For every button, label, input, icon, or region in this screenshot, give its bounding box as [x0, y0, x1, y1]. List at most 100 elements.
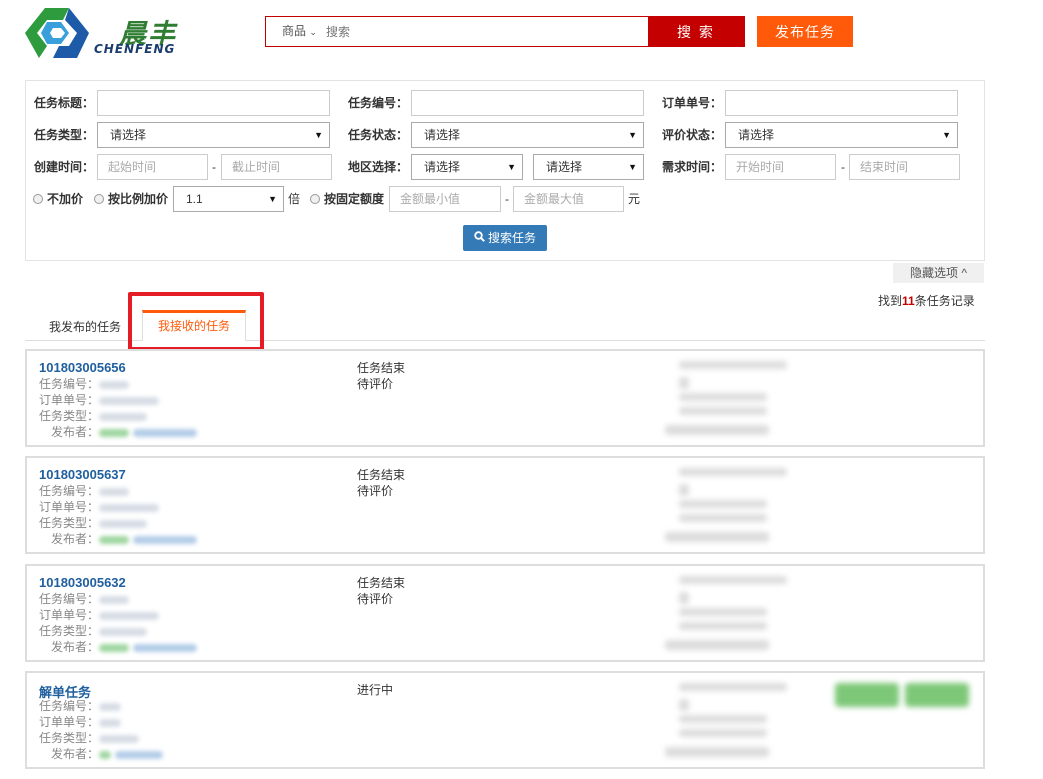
search-task-label: 搜索任务: [487, 231, 536, 245]
search-category-dropdown[interactable]: 商品 ⌄: [266, 17, 322, 46]
publisher-label: 发布者：: [51, 425, 100, 439]
max-amount-input[interactable]: 金额最大值: [513, 186, 624, 212]
logo[interactable]: 晨丰 CHENFENG: [25, 6, 185, 62]
publisher-label: 发布者：: [51, 747, 100, 761]
region-select-2[interactable]: 请选择 ▼: [533, 154, 644, 180]
task-status: 任务结束: [357, 576, 406, 590]
redacted-value: [99, 520, 147, 528]
task-status: 任务结束: [357, 468, 406, 482]
radio-fixed-markup[interactable]: 按固定额度: [310, 186, 384, 212]
task-type-label: 任务类型：: [34, 128, 95, 142]
create-start-input[interactable]: 起始时间: [97, 154, 208, 180]
search-button[interactable]: 搜 索: [648, 17, 744, 46]
redacted-value: [679, 608, 767, 616]
task-no-label: 任务编号：: [348, 96, 409, 110]
task-card: 101803005637 任务编号： 订单单号： 任务类型： 发布者： 任务结束…: [25, 456, 985, 554]
task-status: 任务结束: [357, 361, 406, 375]
min-amount-input[interactable]: 金额最小值: [389, 186, 501, 212]
task-card: 101803005632 任务编号： 订单单号： 任务类型： 发布者： 任务结束…: [25, 564, 985, 662]
redacted-value: [679, 393, 767, 401]
dropdown-arrow-icon: ▼: [268, 194, 277, 204]
task-no-label: 任务编号：: [39, 484, 100, 498]
redacted-value: [679, 514, 767, 522]
task-id-link[interactable]: 101803005656: [39, 360, 126, 375]
ratio-select[interactable]: 1.1 ▼: [173, 186, 284, 212]
redacted-value: [679, 377, 689, 389]
demand-end-input[interactable]: 结束时间: [849, 154, 960, 180]
demand-start-input[interactable]: 开始时间: [725, 154, 836, 180]
task-review-status: 待评价: [357, 484, 394, 498]
redacted-value: [679, 468, 787, 476]
task-id-link[interactable]: 101803005637: [39, 467, 126, 482]
redacted-value: [133, 429, 197, 437]
redacted-value: [99, 735, 139, 743]
radio-fixed-markup-label: 按固定额度: [324, 192, 385, 206]
redacted-value: [679, 699, 689, 711]
task-action-button[interactable]: [835, 683, 899, 707]
search-category-label: 商品: [282, 24, 307, 38]
order-no-label: 订单单号：: [39, 608, 100, 622]
redacted-value: [665, 425, 769, 435]
redacted-value: [679, 484, 689, 496]
ratio-value: 1.1: [186, 192, 203, 206]
tab-my-published[interactable]: 我发布的任务: [38, 316, 132, 340]
task-no-input[interactable]: [411, 90, 644, 116]
task-status: 进行中: [357, 683, 394, 697]
task-title-input[interactable]: [97, 90, 330, 116]
redacted-value: [99, 612, 159, 620]
radio-circle-icon: [33, 194, 43, 204]
order-no-label: 订单单号：: [662, 96, 723, 110]
task-review-status: 待评价: [357, 377, 394, 391]
task-type-label: 任务类型：: [39, 731, 100, 745]
radio-circle-icon: [94, 194, 104, 204]
highlight-box: [128, 292, 264, 351]
hide-options-toggle[interactable]: 隐藏选项 ^: [893, 263, 984, 283]
task-card: 解单任务 任务编号： 订单单号： 任务类型： 发布者： 进行中: [25, 671, 985, 769]
redacted-value: [679, 361, 787, 369]
review-status-select[interactable]: 请选择 ▼: [725, 122, 958, 148]
task-no-label: 任务编号：: [39, 377, 100, 391]
redacted-value: [99, 628, 147, 636]
redacted-value: [665, 747, 769, 757]
create-end-input[interactable]: 截止时间: [221, 154, 332, 180]
radio-ratio-markup[interactable]: 按比例加价: [94, 186, 168, 212]
publish-task-button[interactable]: 发布任务: [757, 16, 853, 47]
redacted-value: [665, 532, 769, 542]
task-type-select[interactable]: 请选择 ▼: [97, 122, 330, 148]
result-count: 找到11条任务记录: [878, 292, 975, 309]
search-task-button[interactable]: 搜索任务: [463, 225, 547, 251]
redacted-value: [99, 504, 159, 512]
redacted-value: [679, 576, 787, 584]
redacted-value: [99, 703, 121, 711]
redacted-value: [99, 381, 129, 389]
redacted-value: [665, 640, 769, 650]
redacted-value: [99, 413, 147, 421]
redacted-value: [679, 407, 767, 415]
dropdown-arrow-icon: ▼: [507, 162, 516, 172]
redacted-value: [133, 644, 197, 652]
redacted-value: [99, 429, 129, 437]
logo-english-text: CHENFENG: [94, 42, 176, 56]
dropdown-arrow-icon: ▼: [628, 162, 637, 172]
redacted-value: [679, 683, 787, 691]
search-input[interactable]: [322, 17, 648, 46]
redacted-value: [99, 719, 121, 727]
redacted-value: [115, 751, 163, 759]
logo-mark-icon: [25, 8, 89, 58]
task-status-select[interactable]: 请选择 ▼: [411, 122, 644, 148]
create-time-label: 创建时间：: [34, 160, 95, 174]
order-no-input[interactable]: [725, 90, 958, 116]
task-action-button[interactable]: [905, 683, 969, 707]
review-status-label: 评价状态：: [662, 128, 723, 142]
redacted-value: [99, 596, 129, 604]
task-type-label: 任务类型：: [39, 409, 100, 423]
radio-no-markup[interactable]: 不加价: [33, 186, 83, 212]
task-card: 101803005656 任务编号： 订单单号： 任务类型： 发布者： 任务结束…: [25, 349, 985, 447]
region-select-1[interactable]: 请选择 ▼: [411, 154, 523, 180]
radio-circle-icon: [310, 194, 320, 204]
order-no-label: 订单单号：: [39, 393, 100, 407]
task-id-link[interactable]: 101803005632: [39, 575, 126, 590]
dropdown-arrow-icon: ▼: [628, 130, 637, 140]
range-dash: -: [212, 160, 216, 174]
result-prefix: 找到: [878, 294, 903, 308]
